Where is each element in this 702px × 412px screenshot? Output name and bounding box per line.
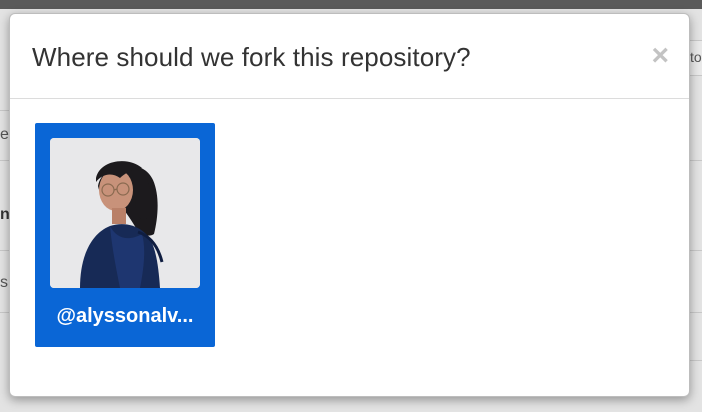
bg-divider xyxy=(688,250,702,251)
page-topbar xyxy=(0,0,702,9)
modal-title: Where should we fork this repository? xyxy=(32,42,471,72)
bg-divider xyxy=(688,312,702,313)
modal-header: Where should we fork this repository? × xyxy=(10,14,689,99)
bg-text: s xyxy=(0,274,8,291)
avatar xyxy=(50,138,200,288)
close-icon[interactable]: × xyxy=(651,41,669,71)
bg-divider xyxy=(688,360,702,361)
bg-button-label: to xyxy=(690,49,702,65)
fork-owner-option[interactable]: @alyssonalv... xyxy=(35,123,215,347)
owner-handle: @alyssonalv... xyxy=(56,305,194,327)
avatar-photo-icon xyxy=(50,138,200,288)
bg-divider xyxy=(688,160,702,161)
fork-modal: Where should we fork this repository? × xyxy=(9,13,690,397)
